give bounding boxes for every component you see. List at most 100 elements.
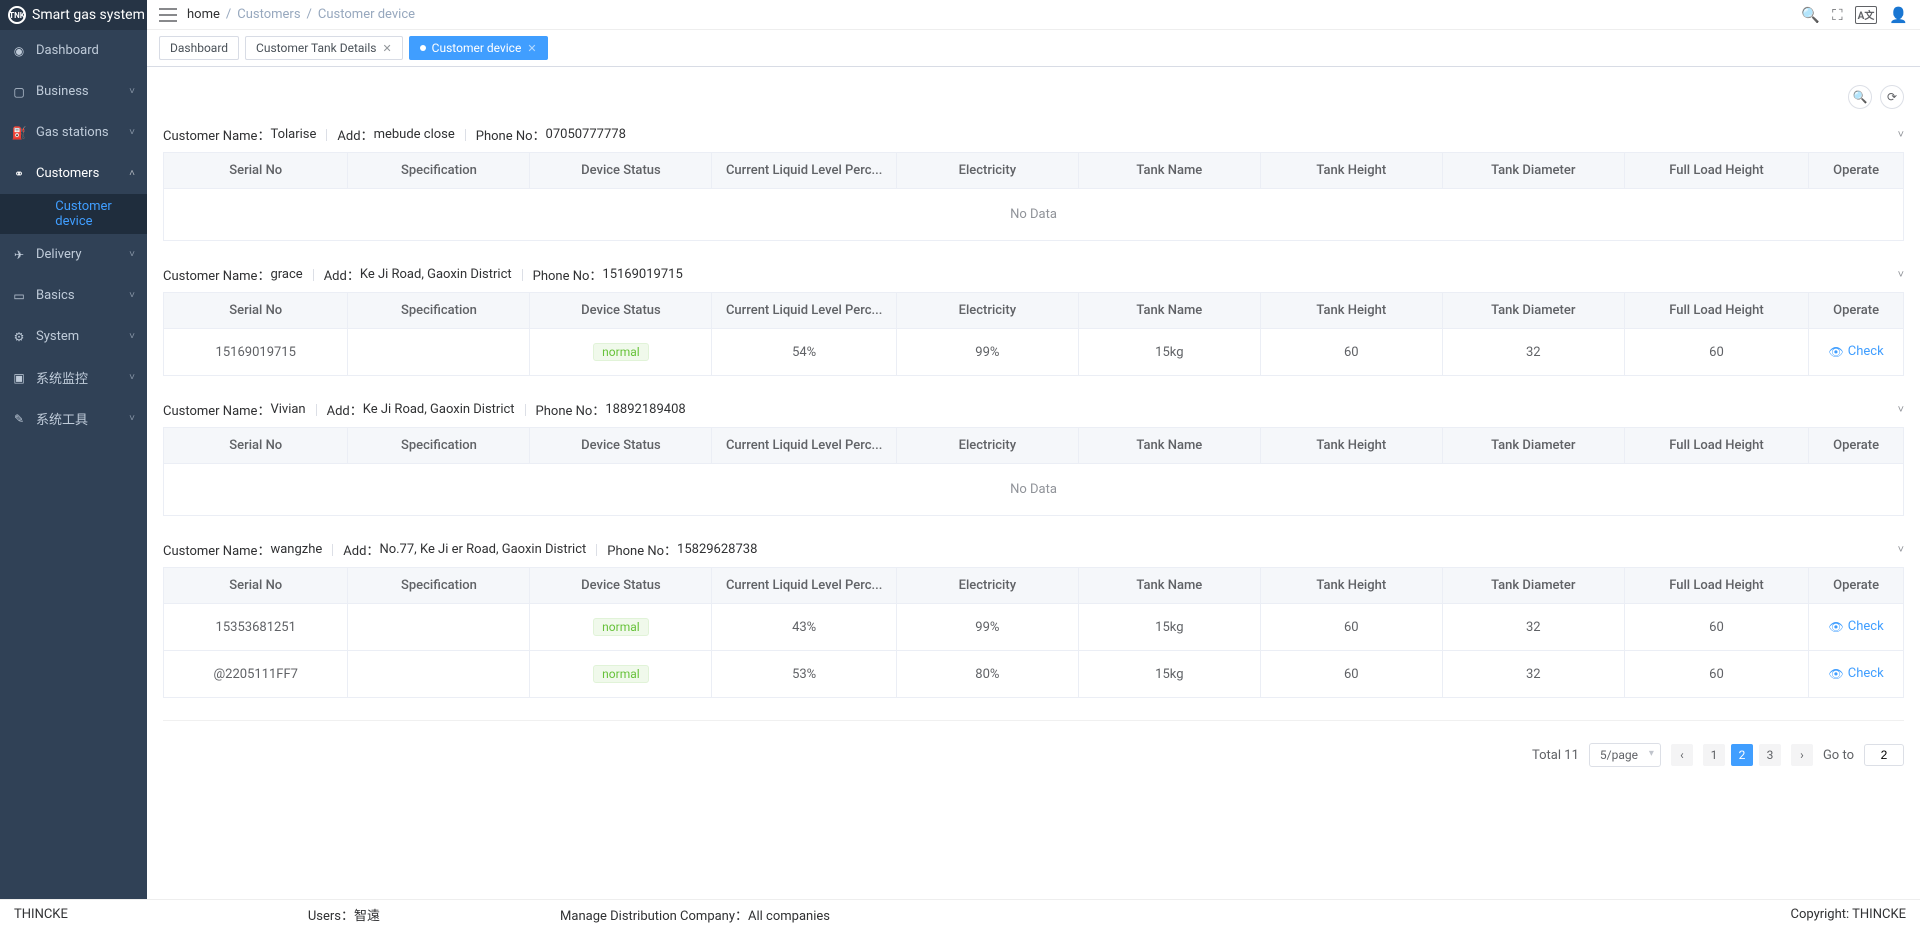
goto-input[interactable] bbox=[1864, 744, 1904, 766]
customer-name-value: Tolarise bbox=[270, 127, 316, 142]
brand-title: Smart gas system bbox=[32, 7, 145, 23]
customer-addr-label: Add： bbox=[343, 540, 379, 559]
customer-name-label: Customer Name： bbox=[163, 265, 270, 284]
customer-block: Customer Name：grace Add：Ke Ji Road, Gaox… bbox=[163, 263, 1904, 376]
user-icon[interactable]: 👤 bbox=[1889, 6, 1908, 24]
cell-tankdiameter: 32 bbox=[1442, 329, 1624, 376]
sidebar-item-label: Customers bbox=[36, 166, 99, 181]
column-header: Electricity bbox=[896, 568, 1078, 604]
monitor-icon: ▣ bbox=[12, 371, 26, 385]
column-header: Tank Height bbox=[1260, 428, 1442, 464]
page-next[interactable]: › bbox=[1791, 744, 1813, 766]
customer-block: Customer Name：wangzhe Add：No.77, Ke Ji e… bbox=[163, 538, 1904, 698]
cell-tankheight: 60 bbox=[1260, 329, 1442, 376]
cell-tankheight: 60 bbox=[1260, 651, 1442, 698]
column-header: Specification bbox=[348, 428, 530, 464]
column-header: Tank Name bbox=[1078, 568, 1260, 604]
tab-dashboard[interactable]: Dashboard bbox=[159, 36, 239, 60]
table-row: @2205111FF7 normal 53% 80% 15kg 60 32 60… bbox=[164, 651, 1904, 698]
crumb-parent[interactable]: Customers bbox=[237, 7, 300, 22]
station-icon: ⛽ bbox=[12, 126, 26, 140]
customer-block: Customer Name：Tolarise Add：mebude close … bbox=[163, 123, 1904, 241]
sidebar-item-label: Dashboard bbox=[36, 43, 99, 58]
column-header: Operate bbox=[1809, 153, 1904, 189]
breadcrumb: home / Customers / Customer device bbox=[187, 7, 415, 22]
eye-icon: 👁 bbox=[1829, 620, 1844, 634]
chevron-down-icon: ˅ bbox=[129, 290, 135, 301]
column-header: Operate bbox=[1809, 293, 1904, 329]
page-1[interactable]: 1 bbox=[1703, 744, 1725, 766]
customer-addr-value: mebude close bbox=[374, 127, 455, 142]
customer-addr-value: Ke Ji Road, Gaoxin District bbox=[363, 402, 515, 417]
sidebar-subitem-customer-device[interactable]: Customer device bbox=[0, 194, 147, 234]
cell-operate: 👁Check bbox=[1809, 651, 1904, 698]
column-header: Specification bbox=[348, 293, 530, 329]
sidebar-item-system[interactable]: ⚙System˅ bbox=[0, 316, 147, 357]
column-header: Specification bbox=[348, 568, 530, 604]
sidebar-item-business[interactable]: ▢Business˅ bbox=[0, 71, 147, 112]
eye-icon: 👁 bbox=[1829, 345, 1844, 359]
active-dot-icon bbox=[420, 45, 426, 51]
chevron-down-icon[interactable]: ˅ bbox=[1898, 403, 1904, 416]
lang-icon[interactable]: A文 bbox=[1855, 6, 1878, 24]
customer-block: Customer Name：Vivian Add：Ke Ji Road, Gao… bbox=[163, 398, 1904, 516]
check-link[interactable]: 👁Check bbox=[1829, 619, 1884, 634]
chevron-down-icon[interactable]: ˅ bbox=[1898, 128, 1904, 141]
refresh-tool-icon[interactable]: ⟳ bbox=[1880, 85, 1904, 109]
cell-level: 54% bbox=[712, 329, 896, 376]
pagination: Total 11 5/page ‹ 123 › Go to bbox=[163, 720, 1904, 783]
tab-customer-tank-details[interactable]: Customer Tank Details✕ bbox=[245, 36, 403, 60]
customer-name-value: Vivian bbox=[270, 402, 305, 417]
cell-tankdiameter: 32 bbox=[1442, 604, 1624, 651]
cell-tankname: 15kg bbox=[1078, 651, 1260, 698]
delivery-icon: ✈ bbox=[12, 248, 26, 262]
sidebar-item-dashboard[interactable]: ◉Dashboard bbox=[0, 30, 147, 71]
cell-status: normal bbox=[530, 329, 712, 376]
menu-toggle-icon[interactable] bbox=[159, 8, 177, 22]
column-header: Serial No bbox=[164, 153, 348, 189]
sidebar-item-gas-stations[interactable]: ⛽Gas stations˅ bbox=[0, 112, 147, 153]
page-3[interactable]: 3 bbox=[1759, 744, 1781, 766]
fullscreen-icon[interactable]: ⛶ bbox=[1832, 6, 1843, 24]
crumb-home[interactable]: home bbox=[187, 7, 220, 22]
check-link[interactable]: 👁Check bbox=[1829, 666, 1884, 681]
status-badge: normal bbox=[593, 665, 649, 683]
customer-addr-label: Add： bbox=[337, 125, 373, 144]
close-icon[interactable]: ✕ bbox=[382, 42, 391, 55]
column-header: Tank Height bbox=[1260, 568, 1442, 604]
page-2[interactable]: 2 bbox=[1731, 744, 1753, 766]
chevron-down-icon: ˅ bbox=[129, 413, 135, 424]
customer-name-label: Customer Name： bbox=[163, 125, 270, 144]
cell-spec bbox=[348, 651, 530, 698]
sidebar-item-customers[interactable]: ⚭Customers˄ bbox=[0, 153, 147, 194]
chevron-down-icon[interactable]: ˅ bbox=[1898, 543, 1904, 556]
sidebar-item-delivery[interactable]: ✈Delivery˅ bbox=[0, 234, 147, 275]
customer-addr-label: Add： bbox=[324, 265, 360, 284]
column-header: Tank Diameter bbox=[1442, 293, 1624, 329]
column-header: Tank Height bbox=[1260, 153, 1442, 189]
basics-icon: ▭ bbox=[12, 289, 26, 303]
sidebar-item-系统工具[interactable]: ✎系统工具˅ bbox=[0, 398, 147, 439]
search-tool-icon[interactable]: 🔍 bbox=[1848, 85, 1872, 109]
check-link[interactable]: 👁Check bbox=[1829, 344, 1884, 359]
column-header: Operate bbox=[1809, 428, 1904, 464]
tab-customer-device[interactable]: Customer device✕ bbox=[409, 36, 548, 60]
footer-copyright: Copyright: THINCKE bbox=[1790, 907, 1906, 922]
sidebar-item-basics[interactable]: ▭ Basics ˅ bbox=[0, 275, 147, 316]
cell-serial: 15169019715 bbox=[164, 329, 348, 376]
column-header: Device Status bbox=[530, 428, 712, 464]
close-icon[interactable]: ✕ bbox=[527, 42, 536, 55]
column-header: Tank Height bbox=[1260, 293, 1442, 329]
column-header: Full Load Height bbox=[1624, 153, 1808, 189]
sidebar-item-label: Basics bbox=[36, 288, 75, 303]
column-header: Tank Name bbox=[1078, 428, 1260, 464]
sidebar-item-label: 系统工具 bbox=[36, 409, 88, 428]
chevron-down-icon: ˅ bbox=[129, 372, 135, 383]
chevron-down-icon[interactable]: ˅ bbox=[1898, 268, 1904, 281]
device-table: Serial NoSpecificationDevice StatusCurre… bbox=[163, 152, 1904, 241]
sidebar-item-系统监控[interactable]: ▣系统监控˅ bbox=[0, 357, 147, 398]
page-prev[interactable]: ‹ bbox=[1671, 744, 1693, 766]
search-icon[interactable]: 🔍 bbox=[1801, 6, 1820, 24]
page-size-select[interactable]: 5/page bbox=[1589, 743, 1661, 767]
column-header: Serial No bbox=[164, 293, 348, 329]
